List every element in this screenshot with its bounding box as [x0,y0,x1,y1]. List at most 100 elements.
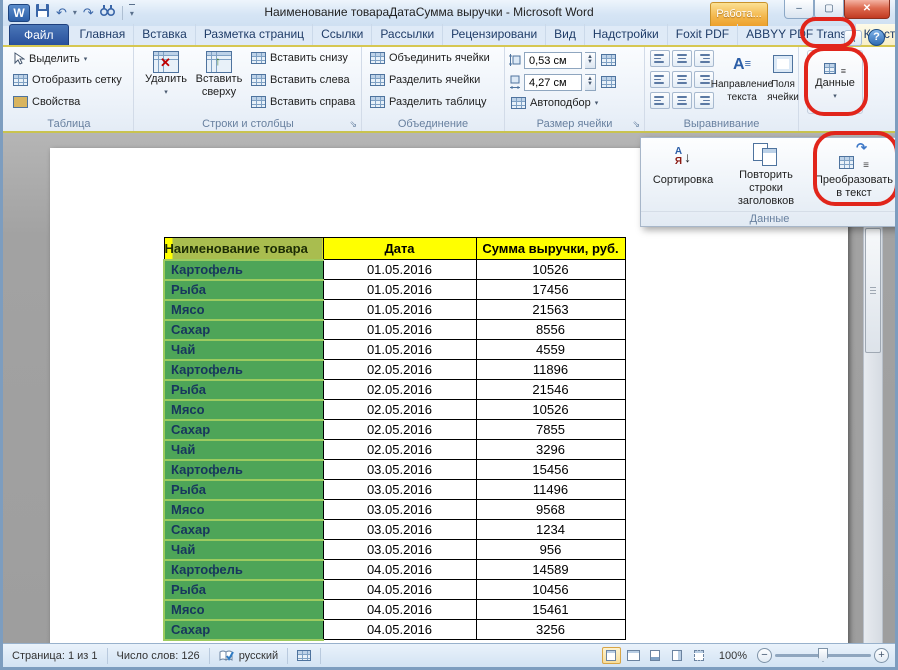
word-count[interactable]: Число слов: 126 [108,648,210,664]
draft-view-button[interactable] [690,647,709,664]
header-date[interactable]: Дата [323,238,476,260]
redo-icon[interactable]: ↷ [82,4,95,22]
language-indicator[interactable]: русский [210,648,288,664]
product-cell[interactable]: Рыба [164,380,323,400]
tab-view[interactable]: Вид [546,24,585,45]
maximize-button[interactable]: ▢ [814,0,844,19]
align-bottom-center-button[interactable] [672,92,692,109]
amount-cell[interactable]: 11896 [476,360,625,380]
text-direction-button[interactable]: A≡ Направление текста [717,50,767,104]
header-product[interactable]: Наименование товара [164,238,323,260]
date-cell[interactable]: 03.05.2016 [323,540,476,560]
insert-above-button[interactable]: ↑ Вставить сверху [193,51,245,99]
word-logo-icon[interactable]: W [8,4,30,22]
distribute-rows-button[interactable] [599,51,618,69]
amount-cell[interactable]: 15461 [476,600,625,620]
product-cell[interactable]: Сахар [164,320,323,340]
align-top-left-button[interactable] [650,50,670,67]
save-icon[interactable] [34,3,51,23]
date-cell[interactable]: 01.05.2016 [323,260,476,280]
amount-cell[interactable]: 956 [476,540,625,560]
insert-right-button[interactable]: Вставить справа [251,96,355,108]
date-cell[interactable]: 02.05.2016 [323,400,476,420]
data-menu-button[interactable]: ≡ Данные ▾ [807,50,863,114]
page-indicator[interactable]: Страница: 1 из 1 [3,648,108,664]
align-center-left-button[interactable] [650,71,670,88]
tab-mailings[interactable]: Рассылки [372,24,443,45]
product-cell[interactable]: Мясо [164,400,323,420]
cell-margins-button[interactable]: Поля ячейки [767,50,799,104]
date-cell[interactable]: 03.05.2016 [323,520,476,540]
product-cell[interactable]: Сахар [164,620,323,640]
product-cell[interactable]: Рыба [164,480,323,500]
dialog-launcher-icon[interactable]: ⇘ [349,120,357,129]
autofit-button[interactable]: Автоподбор▾ [511,97,598,109]
amount-cell[interactable]: 10456 [476,580,625,600]
date-cell[interactable]: 01.05.2016 [323,320,476,340]
amount-cell[interactable]: 9568 [476,500,625,520]
split-cells-button[interactable]: Разделить ячейки [370,74,480,86]
product-cell[interactable]: Чай [164,540,323,560]
product-cell[interactable]: Мясо [164,500,323,520]
date-cell[interactable]: 02.05.2016 [323,380,476,400]
column-width-spinner[interactable]: ▲▼ [585,74,596,91]
tab-insert[interactable]: Вставка [134,24,196,45]
align-center-button[interactable] [672,71,692,88]
align-top-center-button[interactable] [672,50,692,67]
tab-home[interactable]: Главная [72,24,135,45]
date-cell[interactable]: 02.05.2016 [323,440,476,460]
product-cell[interactable]: Сахар [164,420,323,440]
zoom-slider-thumb[interactable] [818,648,828,662]
date-cell[interactable]: 01.05.2016 [323,280,476,300]
delete-button[interactable]: ✕ Удалить ▾ [143,51,189,99]
date-cell[interactable]: 03.05.2016 [323,460,476,480]
date-cell[interactable]: 03.05.2016 [323,500,476,520]
date-cell[interactable]: 04.05.2016 [323,620,476,640]
amount-cell[interactable]: 21563 [476,300,625,320]
row-height-spinner[interactable]: ▲▼ [585,52,596,69]
product-cell[interactable]: Картофель [164,260,323,280]
distribute-columns-button[interactable] [599,73,618,91]
find-icon[interactable] [99,4,116,22]
web-layout-view-button[interactable] [646,647,665,664]
table-properties-button[interactable]: Свойства [13,96,80,108]
dialog-launcher-icon[interactable]: ⇘ [632,120,640,129]
amount-cell[interactable]: 8556 [476,320,625,340]
amount-cell[interactable]: 21546 [476,380,625,400]
product-cell[interactable]: Картофель [164,360,323,380]
tab-abbyy-pdf[interactable]: ABBYY PDF Trans [738,24,855,45]
print-layout-view-button[interactable] [602,647,621,664]
product-cell[interactable]: Рыба [164,280,323,300]
help-icon[interactable]: ? [868,29,885,46]
repeat-header-rows-menu-item[interactable]: Повторить строки заголовков [721,142,811,208]
zoom-out-button[interactable]: − [757,648,772,663]
tab-review[interactable]: Рецензировани [443,24,546,45]
row-height-input[interactable]: 0,53 см [524,52,582,69]
undo-dropdown-icon[interactable]: ▾ [72,4,78,22]
align-top-right-button[interactable] [694,50,714,67]
outline-view-button[interactable] [668,647,687,664]
amount-cell[interactable]: 17456 [476,280,625,300]
macro-indicator[interactable] [288,648,321,664]
align-bottom-right-button[interactable] [694,92,714,109]
product-cell[interactable]: Сахар [164,520,323,540]
product-cell[interactable]: Картофель [164,560,323,580]
date-cell[interactable]: 03.05.2016 [323,480,476,500]
amount-cell[interactable]: 7855 [476,420,625,440]
align-bottom-left-button[interactable] [650,92,670,109]
amount-cell[interactable]: 15456 [476,460,625,480]
product-cell[interactable]: Чай [164,340,323,360]
collapse-ribbon-icon[interactable]: ∧ [844,30,862,46]
zoom-in-button[interactable]: + [874,648,889,663]
date-cell[interactable]: 01.05.2016 [323,340,476,360]
insert-below-button[interactable]: Вставить снизу [251,52,348,64]
show-gridlines-button[interactable]: Отобразить сетку [13,74,122,86]
date-cell[interactable]: 04.05.2016 [323,600,476,620]
product-cell[interactable]: Чай [164,440,323,460]
date-cell[interactable]: 01.05.2016 [323,300,476,320]
select-button[interactable]: Выделить▾ [13,52,87,65]
product-cell[interactable]: Мясо [164,300,323,320]
undo-icon[interactable]: ↶ [55,4,68,22]
amount-cell[interactable]: 3256 [476,620,625,640]
amount-cell[interactable]: 11496 [476,480,625,500]
